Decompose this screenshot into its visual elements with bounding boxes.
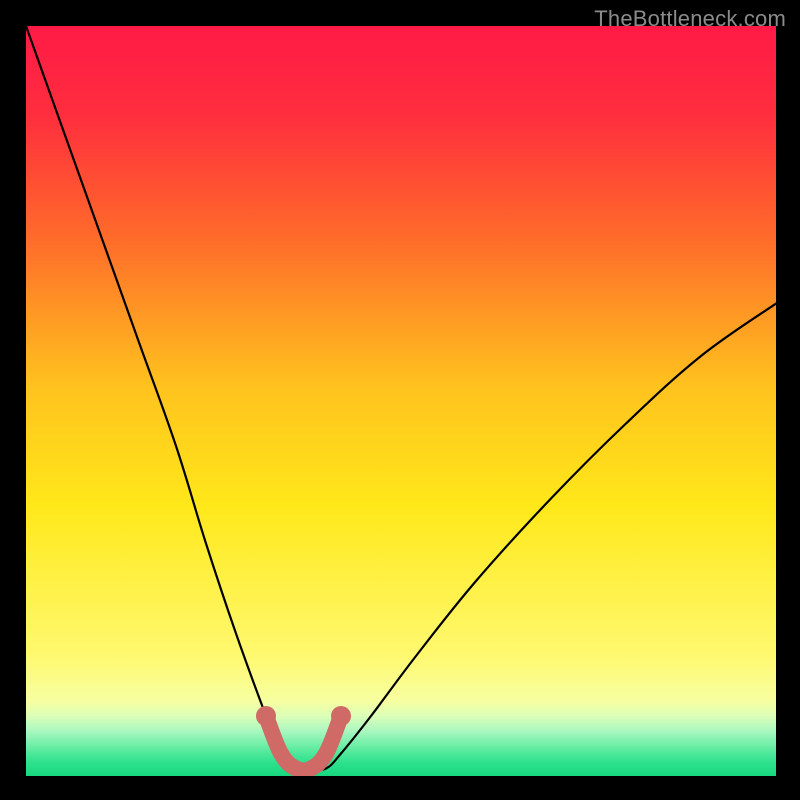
- chart-frame: TheBottleneck.com: [0, 0, 800, 800]
- bottleneck-chart: [26, 26, 776, 776]
- plot-background: [26, 26, 776, 776]
- minimum-zone-dot-left: [256, 706, 276, 726]
- watermark-text: TheBottleneck.com: [594, 6, 786, 32]
- minimum-zone-dot-right: [331, 706, 351, 726]
